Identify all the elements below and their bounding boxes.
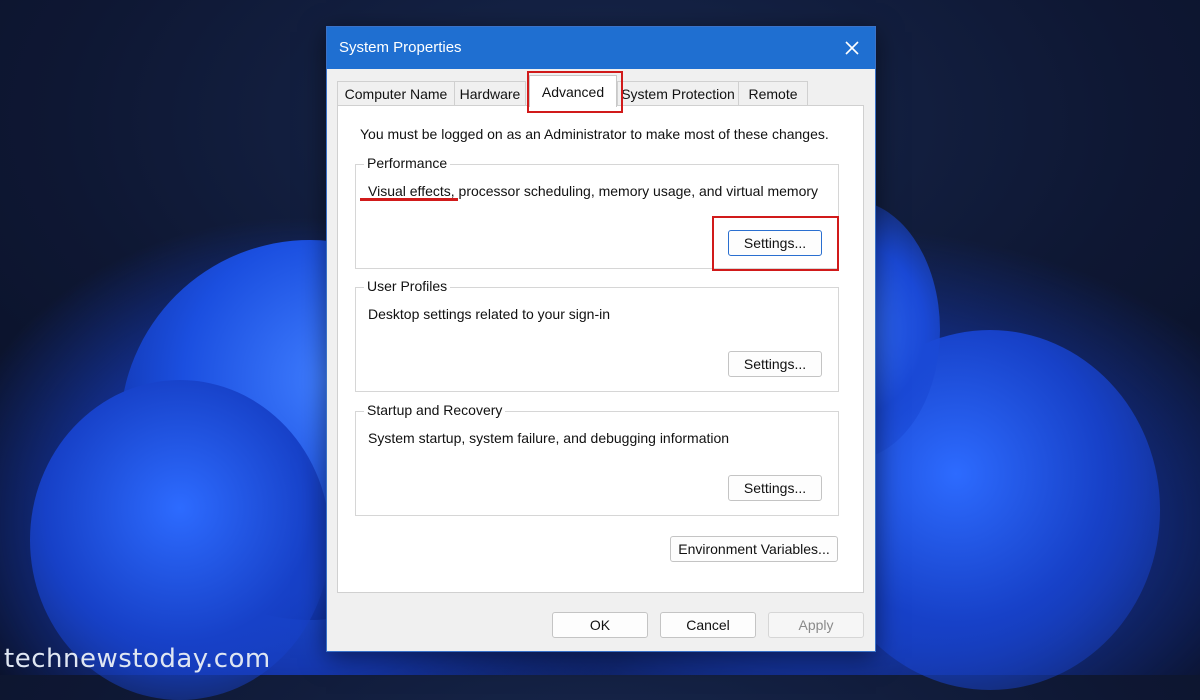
ok-button[interactable]: OK — [552, 612, 648, 638]
title-bar: System Properties — [327, 27, 875, 69]
highlight-box-performance-settings — [712, 216, 839, 271]
highlight-box-advanced-tab — [527, 71, 623, 113]
system-properties-dialog: System Properties Computer Name Hardware… — [326, 26, 876, 652]
cancel-button[interactable]: Cancel — [660, 612, 756, 638]
performance-description: Visual effects, processor scheduling, me… — [368, 183, 819, 199]
user-profiles-description: Desktop settings related to your sign-in — [368, 306, 611, 322]
apply-button[interactable]: Apply — [768, 612, 864, 638]
close-icon — [845, 41, 859, 55]
performance-underline-mark — [360, 198, 458, 201]
tab-system-protection[interactable]: System Protection — [617, 81, 739, 105]
advanced-tab-panel: You must be logged on as an Administrato… — [337, 105, 864, 593]
user-profiles-group-title: User Profiles — [364, 278, 451, 294]
user-profiles-group: User Profiles Desktop settings related t… — [355, 278, 839, 392]
tab-computer-name[interactable]: Computer Name — [337, 81, 455, 105]
admin-note: You must be logged on as an Administrato… — [360, 126, 829, 142]
performance-group: Performance Visual effects, processor sc… — [355, 155, 839, 271]
startup-recovery-settings-button[interactable]: Settings... — [728, 475, 822, 501]
tab-hardware[interactable]: Hardware — [454, 81, 526, 105]
startup-recovery-group: Startup and Recovery System startup, sys… — [355, 402, 839, 516]
performance-group-title: Performance — [364, 155, 451, 171]
watermark-text: technewstoday.com — [4, 644, 271, 674]
user-profiles-settings-button[interactable]: Settings... — [728, 351, 822, 377]
tab-remote[interactable]: Remote — [738, 81, 808, 105]
startup-recovery-description: System startup, system failure, and debu… — [368, 430, 730, 446]
window-title: System Properties — [339, 39, 462, 56]
close-button[interactable] — [829, 27, 875, 69]
startup-recovery-group-title: Startup and Recovery — [364, 402, 506, 418]
environment-variables-button[interactable]: Environment Variables... — [670, 536, 838, 562]
